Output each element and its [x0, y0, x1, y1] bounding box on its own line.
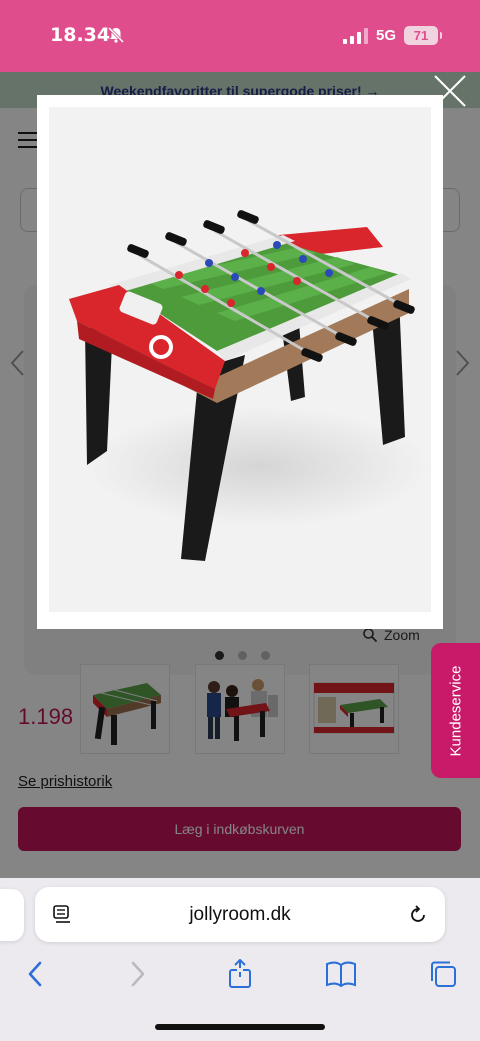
status-time: 18.34	[50, 24, 111, 46]
tabs-icon[interactable]	[428, 959, 458, 989]
battery-icon: 71	[404, 26, 442, 45]
home-indicator	[155, 1024, 325, 1030]
url-text: jollyroom.dk	[189, 904, 291, 925]
kundeservice-tab[interactable]: Kundeservice	[431, 643, 480, 778]
kundeservice-label: Kundeservice	[447, 665, 464, 756]
image-lightbox	[37, 95, 443, 629]
reload-icon[interactable]	[407, 904, 429, 926]
signal-icon	[343, 28, 368, 44]
address-bar[interactable]: jollyroom.dk	[35, 887, 445, 942]
forward-icon	[131, 961, 145, 987]
bookmarks-icon[interactable]	[325, 959, 357, 989]
back-icon[interactable]	[25, 959, 45, 989]
previous-tab-peek[interactable]	[0, 889, 24, 941]
product-image	[49, 107, 431, 612]
network-type: 5G	[376, 27, 397, 44]
bell-muted-icon	[107, 26, 125, 44]
share-icon[interactable]	[226, 959, 254, 989]
status-bar: 18.34 5G 71	[0, 0, 480, 72]
foosball-table-image	[69, 210, 429, 561]
browser-toolbar: jollyroom.dk	[0, 878, 480, 1041]
